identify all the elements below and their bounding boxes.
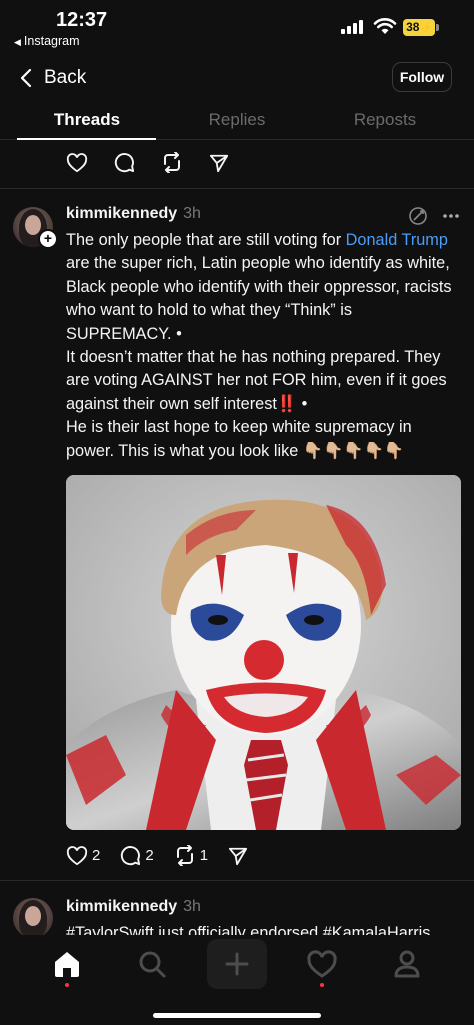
post-header-icons — [408, 206, 460, 226]
next-post-author[interactable]: kimmikennedy 3h — [66, 898, 201, 916]
more-options-icon[interactable] — [442, 213, 460, 219]
repost-button[interactable]: 1 — [174, 845, 208, 866]
post-body: The only people that are still voting fo… — [66, 229, 462, 463]
status-time: 12:37 — [56, 9, 108, 31]
author-username[interactable]: kimmikennedy — [66, 205, 177, 222]
search-icon[interactable] — [136, 948, 168, 980]
profile-tabs: Threads Replies Reposts — [0, 100, 474, 140]
activity-notification-dot — [320, 983, 324, 987]
post-actions: 2 2 1 — [66, 845, 268, 866]
post-image[interactable] — [66, 475, 461, 830]
previous-post-actions — [66, 152, 249, 173]
back-triangle-icon: ◀ — [14, 37, 21, 47]
top-nav: Back Follow — [0, 56, 474, 100]
status-bar: 12:37 ◀ Instagram 38⚡ — [0, 0, 474, 52]
bottom-nav — [0, 935, 474, 1025]
post-text-part: The only people that are still voting fo… — [66, 231, 346, 249]
avatar-face — [25, 215, 41, 235]
post-divider — [0, 880, 474, 881]
comment-icon — [121, 846, 141, 866]
post-paragraph-2: It doesn’t matter that he has nothing pr… — [66, 348, 447, 413]
translate-icon[interactable] — [408, 206, 428, 226]
battery-level: 38 — [406, 20, 420, 34]
activity-icon[interactable] — [306, 948, 338, 980]
heart-icon — [66, 845, 88, 865]
cellular-signal-icon — [341, 20, 365, 34]
plus-icon — [225, 952, 249, 976]
post-timestamp: 3h — [183, 205, 201, 222]
share-button[interactable] — [228, 846, 248, 866]
repost-count: 1 — [199, 847, 209, 864]
repost-icon — [164, 152, 180, 173]
comment-button[interactable]: 2 — [120, 845, 154, 866]
profile-icon[interactable] — [391, 948, 423, 980]
home-indicator — [153, 1013, 321, 1018]
post-divider — [0, 188, 474, 189]
tab-threads[interactable]: Threads — [8, 110, 166, 130]
post-author[interactable]: kimmikennedy 3h — [66, 205, 201, 223]
back-label: Back — [44, 67, 87, 88]
like-count: 2 — [92, 847, 101, 864]
next-post-preview: #TaylorSwift just officially endorsed #K… — [66, 924, 431, 935]
post-timestamp: 3h — [183, 898, 201, 915]
chevron-left-icon — [20, 68, 32, 88]
tab-replies[interactable]: Replies — [158, 110, 316, 130]
post-text-part: are the super rich, Latin people who ide… — [66, 254, 452, 343]
comment-count: 2 — [145, 847, 154, 864]
battery-tip — [436, 24, 439, 31]
share-icon — [209, 154, 229, 172]
back-to-app-link[interactable]: ◀ Instagram — [14, 34, 80, 48]
heart-icon — [66, 152, 88, 172]
comment-icon — [114, 153, 135, 173]
repost-button[interactable] — [161, 152, 183, 173]
home-icon[interactable] — [51, 948, 83, 980]
tab-reposts[interactable]: Reposts — [306, 110, 464, 130]
battery-indicator: 38⚡ — [403, 19, 435, 36]
avatar-face — [25, 906, 41, 926]
post-paragraph-1: The only people that are still voting fo… — [66, 229, 462, 346]
follow-button[interactable]: Follow — [392, 62, 452, 92]
post-paragraph-3: He is their last hope to keep white supr… — [66, 418, 412, 460]
author-username[interactable]: kimmikennedy — [66, 898, 177, 915]
like-button[interactable] — [66, 152, 88, 173]
back-button[interactable]: Back — [20, 64, 86, 92]
share-button[interactable] — [209, 153, 229, 173]
active-tab-indicator — [17, 138, 156, 140]
share-icon — [228, 847, 248, 865]
avatar[interactable] — [13, 898, 53, 938]
back-app-label: Instagram — [23, 34, 80, 48]
post-link-donald-trump[interactable]: Donald Trump — [346, 231, 448, 249]
compose-button[interactable] — [207, 939, 267, 989]
comment-button[interactable] — [114, 152, 135, 173]
repost-icon — [176, 845, 193, 866]
follow-plus-icon[interactable]: + — [38, 229, 58, 249]
wifi-icon — [373, 18, 397, 34]
clown-portrait-image — [66, 475, 461, 830]
home-notification-dot — [65, 983, 69, 987]
like-button[interactable]: 2 — [66, 845, 101, 866]
